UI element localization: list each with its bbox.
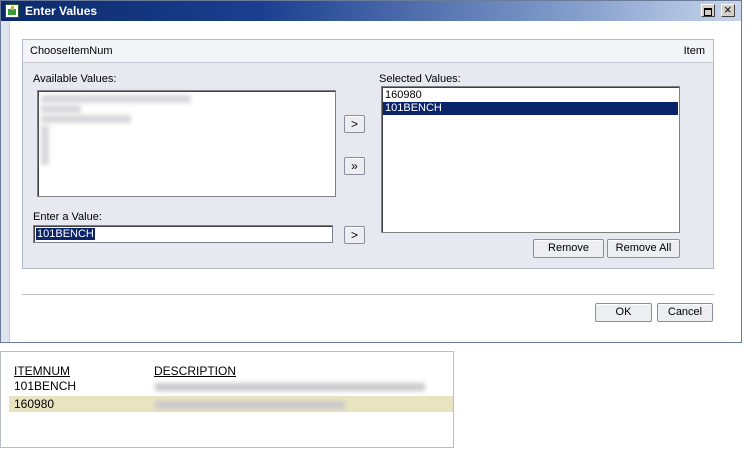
item-lookup-table: ITEMNUM DESCRIPTION 101BENCH 160980: [0, 351, 454, 448]
blurred-description: [155, 401, 345, 409]
ok-button[interactable]: OK: [595, 303, 652, 322]
selected-value-item-active[interactable]: 101BENCH: [383, 102, 678, 115]
panel-title: ChooseItemNum: [30, 45, 113, 57]
title-bar[interactable]: Enter Values: [1, 1, 741, 21]
available-values-label: Available Values:: [33, 73, 117, 85]
itemnum-cell: 101BENCH: [14, 379, 77, 393]
remove-button[interactable]: Remove: [533, 239, 604, 258]
add-value-button[interactable]: >: [344, 226, 365, 244]
restore-button[interactable]: [701, 4, 715, 17]
selected-values-list[interactable]: 160980 101BENCH: [381, 86, 680, 233]
remove-all-button[interactable]: Remove All: [607, 239, 680, 258]
enter-value-label: Enter a Value:: [33, 211, 102, 223]
column-header-itemnum[interactable]: ITEMNUM: [14, 364, 70, 378]
enter-value-text: 101BENCH: [36, 228, 95, 240]
enter-values-dialog: Enter Values ChooseItemNum Item Availabl…: [0, 0, 742, 343]
blurred-list-item[interactable]: [41, 125, 49, 165]
dialog-divider: [22, 294, 714, 295]
itemnum-cell: 160980: [14, 397, 55, 411]
available-values-list[interactable]: [37, 90, 336, 197]
enter-value-input[interactable]: 101BENCH: [33, 225, 333, 243]
blurred-list-item[interactable]: [41, 95, 191, 103]
cancel-button[interactable]: Cancel: [657, 303, 713, 322]
app-icon: [5, 4, 19, 18]
table-row-highlighted[interactable]: 160980: [9, 396, 453, 412]
blurred-description: [155, 383, 425, 391]
blurred-list-item[interactable]: [41, 105, 81, 113]
panel-type-label: Item: [683, 45, 705, 57]
side-strip: [1, 21, 10, 342]
selected-value-item[interactable]: 160980: [383, 89, 678, 102]
panel-header: ChooseItemNum Item: [23, 40, 713, 63]
selected-values-label: Selected Values:: [379, 73, 461, 85]
add-selected-button[interactable]: >: [344, 115, 365, 133]
window-title: Enter Values: [25, 4, 98, 18]
column-header-description[interactable]: DESCRIPTION: [154, 364, 236, 378]
close-icon[interactable]: [721, 2, 735, 17]
choose-item-panel: ChooseItemNum Item Available Values: > »…: [22, 39, 714, 269]
add-all-button[interactable]: »: [344, 157, 365, 175]
blurred-list-item[interactable]: [41, 115, 131, 123]
table-row[interactable]: 101BENCH: [9, 378, 453, 394]
